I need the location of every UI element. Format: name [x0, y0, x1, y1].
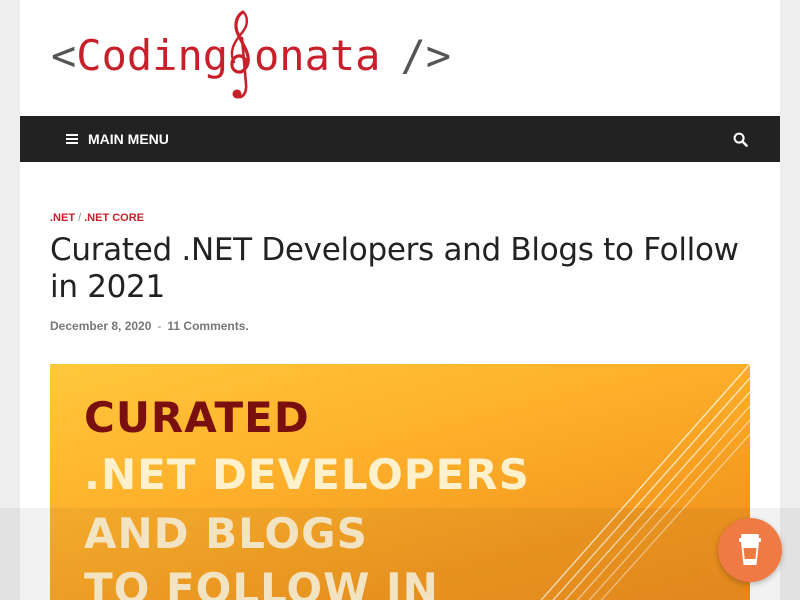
- search-icon: [733, 132, 748, 147]
- category-link-dotnet[interactable]: .NET: [50, 212, 75, 224]
- category-separator: /: [78, 212, 82, 224]
- search-button[interactable]: [730, 129, 750, 149]
- logo-coding-text: Coding: [76, 31, 229, 80]
- category-link-dotnet-core[interactable]: .NET CORE: [84, 212, 144, 224]
- main-menu-button[interactable]: MAIN MENU: [66, 131, 169, 147]
- treble-clef-icon: [230, 10, 250, 99]
- post-title: Curated .NET Developers and Blogs to Fol…: [50, 232, 739, 305]
- post-categories: .NET / .NET CORE: [50, 212, 750, 224]
- logo-open-bracket: <: [51, 31, 77, 80]
- hero-line-2: .NET DEVELOPERS: [84, 450, 530, 499]
- meta-separator: -: [157, 319, 162, 333]
- hamburger-icon: [66, 134, 78, 144]
- logo-onata-text: onata: [254, 31, 381, 80]
- post-meta: December 8, 2020-11 Comments.: [50, 319, 750, 333]
- buy-me-a-coffee-button[interactable]: [718, 518, 782, 582]
- hero-line-1: CURATED: [84, 393, 310, 442]
- logo-close-bracket: />: [400, 31, 452, 80]
- post-date-link[interactable]: December 8, 2020: [50, 319, 151, 333]
- main-menu-label: MAIN MENU: [88, 131, 169, 147]
- comments-link[interactable]: 11 Comments.: [167, 319, 248, 333]
- post-content: .NET / .NET CORE Curated .NET Developers a…: [50, 162, 750, 600]
- site-logo[interactable]: < Coding onata />: [51, 6, 451, 106]
- main-navigation: MAIN MENU: [20, 116, 780, 162]
- bottom-overlay: [0, 508, 800, 600]
- coffee-cup-icon: [739, 534, 761, 565]
- site-header: < Coding onata />: [20, 0, 780, 116]
